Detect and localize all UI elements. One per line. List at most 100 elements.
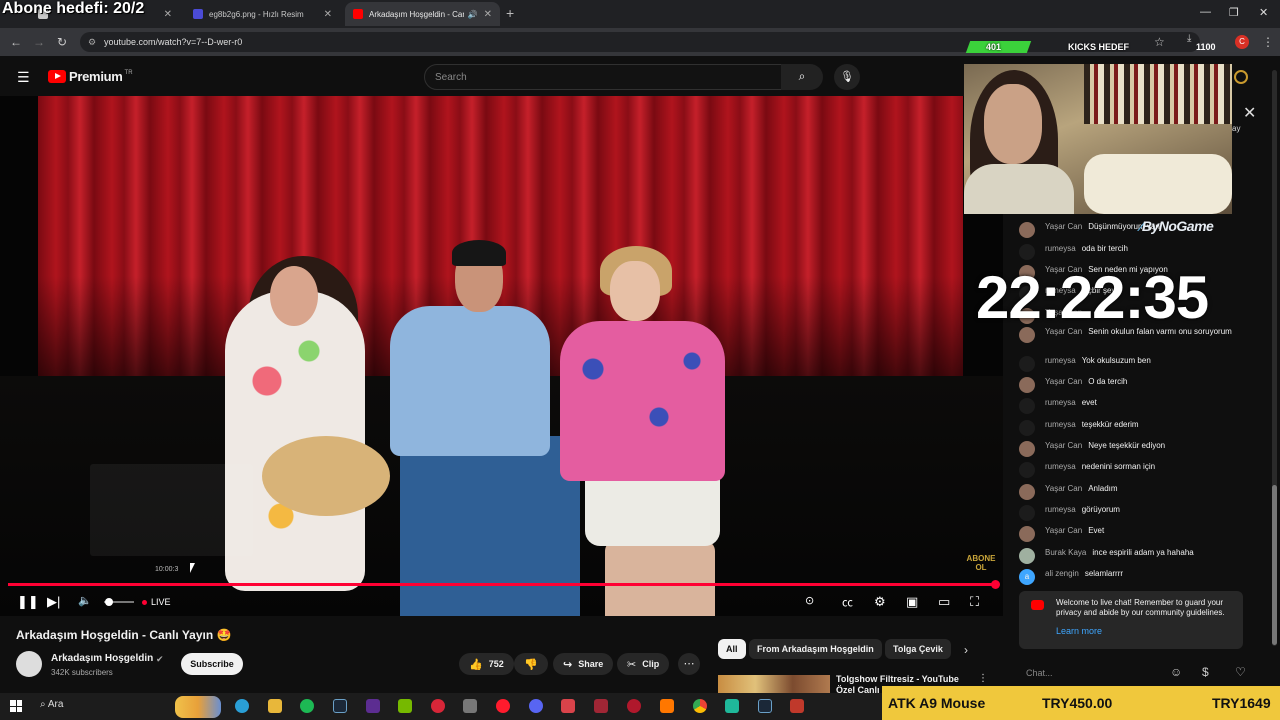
soundcloud-icon[interactable]: [660, 699, 674, 713]
captions-icon[interactable]: ㏄: [842, 594, 853, 610]
progress-scrubber[interactable]: [991, 580, 1000, 589]
forward-icon[interactable]: →: [33, 35, 45, 49]
chat-avatar[interactable]: a: [1019, 569, 1035, 585]
chat-author[interactable]: rumeysa: [1045, 505, 1076, 514]
app-icon-grid[interactable]: [790, 699, 804, 713]
search-button[interactable]: ⌕: [781, 64, 823, 90]
recommended-thumbnail[interactable]: [718, 675, 830, 695]
chat-author[interactable]: Yaşar Can: [1045, 222, 1082, 231]
windows-start-icon[interactable]: [10, 700, 22, 712]
site-info-icon[interactable]: ⚙: [88, 37, 96, 48]
chat-avatar[interactable]: [1019, 377, 1035, 393]
miniplayer-icon[interactable]: ▣: [906, 594, 918, 610]
pause-icon[interactable]: ❚❚: [17, 594, 39, 610]
video-player[interactable]: 10:00:3 ABONE OL: [0, 96, 1003, 616]
recommended-menu-icon[interactable]: ⋮: [978, 673, 988, 684]
emoji-icon[interactable]: ☺: [1170, 665, 1182, 679]
chat-author[interactable]: Burak Kaya: [1045, 548, 1086, 557]
theater-mode-icon[interactable]: ▭: [938, 594, 950, 610]
taskbar-search[interactable]: ⌕ Ara: [40, 699, 63, 710]
nvidia-icon[interactable]: [398, 699, 412, 713]
back-icon[interactable]: ←: [10, 35, 22, 49]
close-icon[interactable]: ✕: [1243, 103, 1256, 123]
visual-studio-icon[interactable]: [366, 699, 380, 713]
download-icon[interactable]: ⤓: [1187, 33, 1191, 44]
search-input[interactable]: Search: [424, 64, 782, 90]
reload-icon[interactable]: ↻: [57, 35, 67, 49]
profile-avatar[interactable]: C: [1235, 35, 1249, 49]
chip-tolga-cevik[interactable]: Tolga Çevik: [885, 639, 951, 659]
dislike-button[interactable]: 👎: [514, 653, 548, 675]
file-explorer-icon[interactable]: [268, 699, 282, 713]
clip-button[interactable]: ✂ Clip: [617, 653, 670, 675]
chat-author[interactable]: rumeysa: [1045, 356, 1076, 365]
weather-widget[interactable]: [175, 696, 221, 718]
menu-icon[interactable]: ☰: [17, 69, 30, 86]
subscribe-button[interactable]: Subscribe: [181, 653, 243, 675]
chat-avatar[interactable]: [1019, 244, 1035, 260]
star-icon[interactable]: ☆: [1154, 35, 1165, 49]
chat-input[interactable]: Chat...: [1018, 664, 1168, 682]
voice-search-button[interactable]: 🎙: [834, 64, 860, 90]
close-icon[interactable]: ✕: [324, 9, 332, 20]
chat-avatar[interactable]: [1019, 462, 1035, 478]
map-pin-icon[interactable]: [561, 699, 575, 713]
spotify-icon[interactable]: [300, 699, 314, 713]
channel-avatar[interactable]: [16, 651, 42, 677]
fullscreen-icon[interactable]: ⛶: [970, 594, 979, 610]
chat-author[interactable]: Yaşar Can: [1045, 484, 1082, 493]
chrome-icon[interactable]: [693, 699, 707, 713]
learn-more-link[interactable]: Learn more: [1056, 626, 1102, 636]
chat-avatar[interactable]: [1019, 222, 1035, 238]
chip-from-channel[interactable]: From Arkadaşım Hoşgeldin: [749, 639, 882, 659]
volume-icon[interactable]: 🔈: [78, 594, 92, 607]
app-icon-teal[interactable]: [725, 699, 739, 713]
new-tab-button[interactable]: +: [506, 5, 514, 21]
chat-author[interactable]: Yaşar Can: [1045, 441, 1082, 450]
subscribe-watermark[interactable]: ABONE OL: [966, 554, 996, 572]
chat-author[interactable]: ali zengin: [1045, 569, 1079, 578]
close-icon[interactable]: ✕: [484, 9, 492, 20]
chat-author[interactable]: Yaşar Can: [1045, 526, 1082, 535]
chat-author[interactable]: rumeysa: [1045, 420, 1076, 429]
restore-icon[interactable]: ❐: [1229, 6, 1239, 19]
app-icon-crimson[interactable]: [627, 699, 641, 713]
chat-avatar[interactable]: [1019, 420, 1035, 436]
chat-author[interactable]: rumeysa: [1045, 462, 1076, 471]
chat-author[interactable]: rumeysa: [1045, 398, 1076, 407]
voicemod-icon[interactable]: [594, 699, 608, 713]
super-chat-icon[interactable]: $: [1202, 665, 1209, 679]
app-icon-red[interactable]: [431, 699, 445, 713]
channel-name[interactable]: Arkadaşım Hoşgeldin: [51, 653, 153, 664]
browser-tab-3[interactable]: Arkadaşım Hoşgeldin - Can 🔊 ✕: [345, 2, 500, 26]
settings-gear-icon[interactable]: ⚙: [874, 594, 886, 610]
chat-avatar[interactable]: [1019, 398, 1035, 414]
chat-avatar[interactable]: [1019, 356, 1035, 372]
like-button[interactable]: 👍 752: [459, 653, 514, 675]
close-icon[interactable]: ✕: [164, 9, 172, 20]
speaker-icon[interactable]: 🔊: [468, 10, 478, 19]
minimize-icon[interactable]: —: [1200, 6, 1211, 18]
live-badge[interactable]: LIVE: [142, 597, 171, 607]
more-actions-button[interactable]: ⋯: [678, 653, 700, 675]
chat-scrollbar-thumb[interactable]: [1272, 485, 1277, 645]
browser-menu-icon[interactable]: ⋮: [1262, 35, 1274, 49]
discord-icon[interactable]: [529, 699, 543, 713]
chat-author[interactable]: Yaşar Can: [1045, 377, 1082, 386]
chat-avatar[interactable]: [1019, 548, 1035, 564]
chat-avatar[interactable]: [1019, 505, 1035, 521]
opera-icon[interactable]: [496, 699, 510, 713]
chat-avatar[interactable]: [1019, 484, 1035, 500]
chip-all[interactable]: All: [718, 639, 746, 659]
chat-author[interactable]: rumeysa: [1045, 244, 1076, 253]
progress-bar[interactable]: [8, 583, 996, 586]
youtube-logo[interactable]: Premium TR: [48, 69, 133, 84]
heart-icon[interactable]: ♡: [1235, 665, 1246, 679]
next-icon[interactable]: ▶|: [47, 594, 60, 610]
chat-avatar[interactable]: [1019, 441, 1035, 457]
volume-knob[interactable]: [105, 598, 113, 606]
chat-avatar[interactable]: [1019, 526, 1035, 542]
browser-tab-2[interactable]: eg8b2g6.png - Hızlı Resim ✕: [185, 2, 340, 26]
app-icon-gray[interactable]: [463, 699, 477, 713]
autoplay-toggle-icon[interactable]: ⊙: [805, 594, 814, 607]
